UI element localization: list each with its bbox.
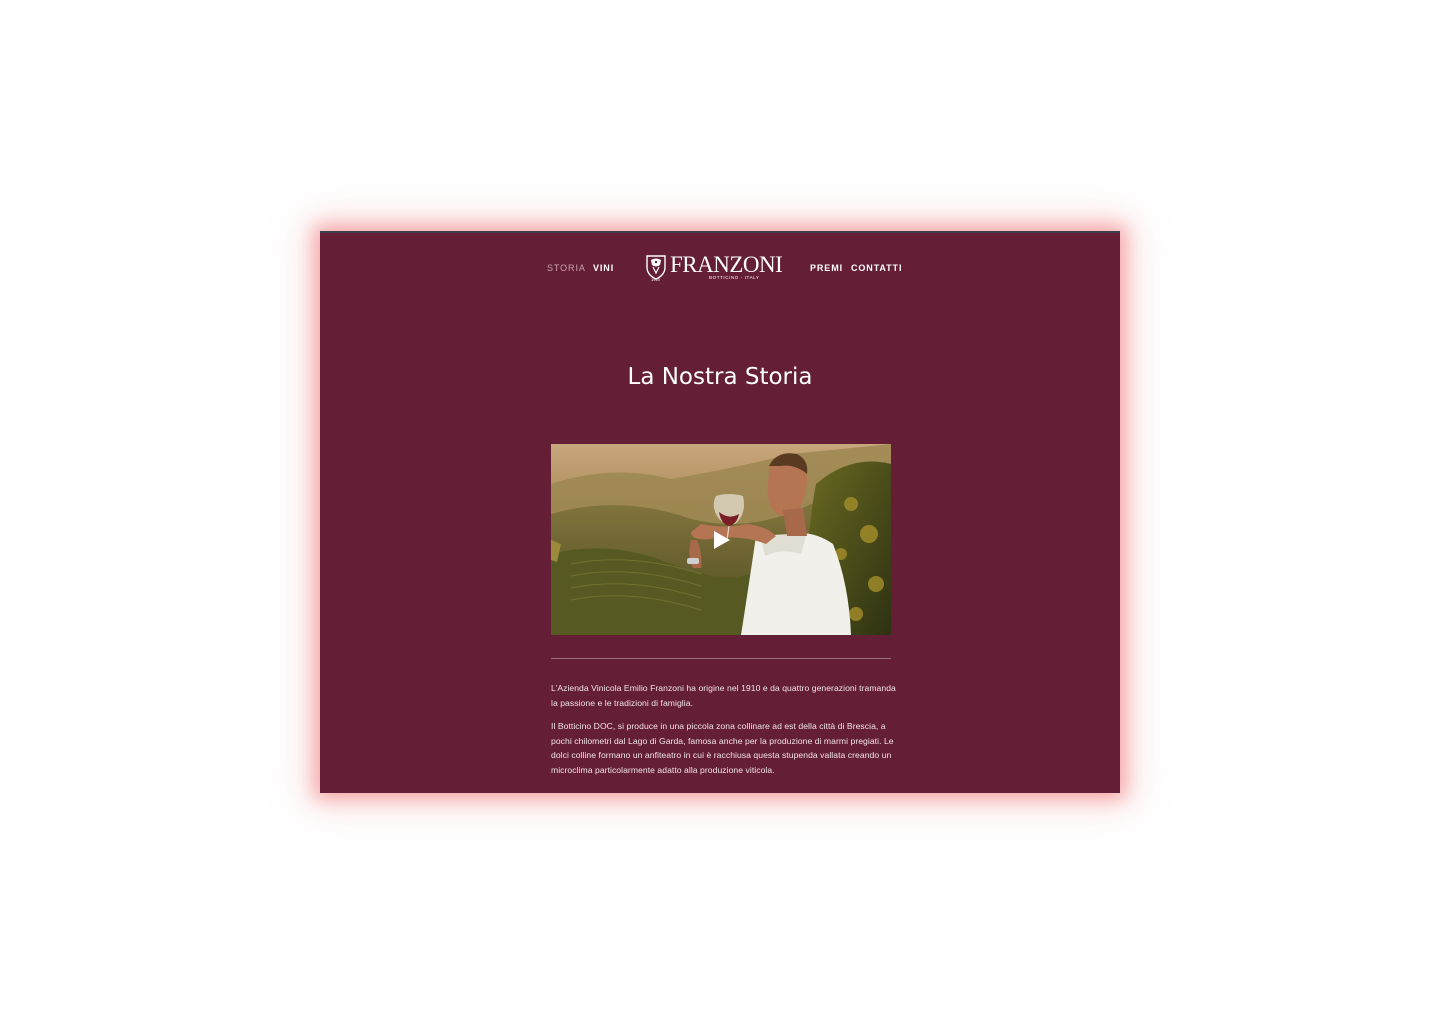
- franzoni-logo[interactable]: FRANZONI BOTTICINO - ITALY 1910: [645, 252, 783, 283]
- logo-subtitle: BOTTICINO - ITALY: [709, 275, 760, 280]
- logo-year: 1910: [651, 277, 660, 282]
- intro-paragraph: L’Azienda Vinicola Emilio Franzoni ha or…: [551, 683, 896, 708]
- play-icon[interactable]: [713, 530, 731, 550]
- page-title: La Nostra Storia: [627, 364, 813, 390]
- nav-contatti[interactable]: CONTATTI: [851, 263, 902, 273]
- top-border: [320, 231, 1120, 233]
- logo-wordmark: FRANZONI: [670, 252, 783, 277]
- section-divider: [551, 658, 891, 659]
- nav-vini[interactable]: VINI: [593, 263, 614, 273]
- nav-storia[interactable]: STORIA: [547, 263, 586, 273]
- botticino-paragraph: Il Botticino DOC, si produce in una picc…: [551, 721, 894, 775]
- nav-premi[interactable]: PREMI: [810, 263, 843, 273]
- video-player[interactable]: [551, 444, 891, 635]
- website-window: STORIA VINI FRANZONI BOTTICINO - ITALY 1…: [320, 231, 1120, 793]
